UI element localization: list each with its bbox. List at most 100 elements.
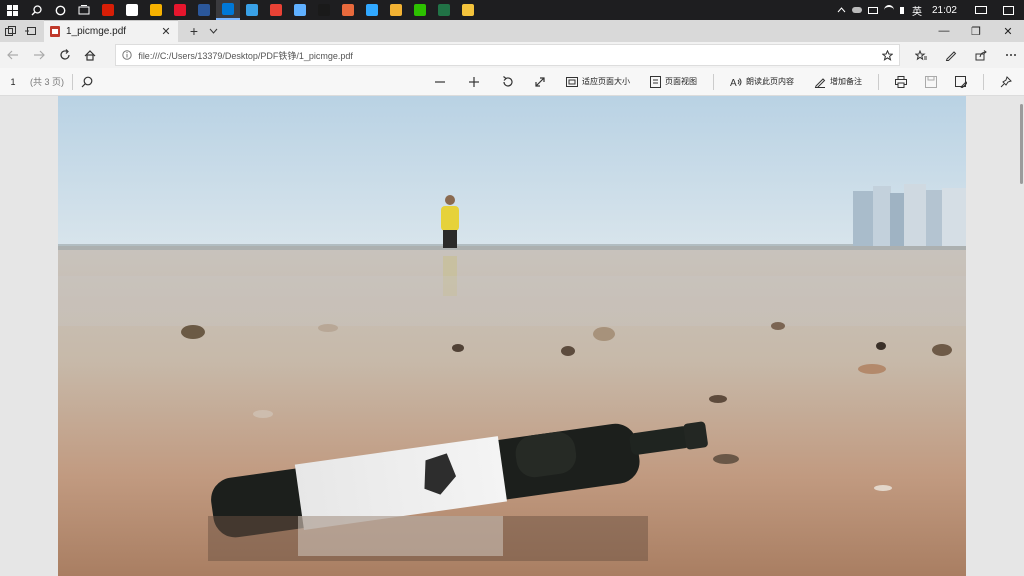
taskbar-app-edge[interactable]	[216, 0, 240, 20]
page-view-icon	[650, 75, 661, 88]
fullscreen-button[interactable]	[530, 72, 550, 92]
taskbar-app-photoshop[interactable]	[360, 0, 384, 20]
restore-button[interactable]: ❐	[960, 20, 992, 42]
taskbar-app-emoji[interactable]	[384, 0, 408, 20]
more-button[interactable]	[998, 42, 1024, 68]
chevron-up-icon[interactable]	[837, 6, 846, 15]
cortana-button[interactable]	[48, 0, 72, 20]
read-aloud-button[interactable]: A 朗读此页内容	[726, 72, 798, 92]
address-bar[interactable]: file:///C:/Users/13379/Desktop/PDF铁铮/1_p…	[115, 44, 901, 66]
new-tab-button[interactable]: +	[184, 20, 204, 42]
volume-icon[interactable]	[899, 6, 906, 14]
cortana-icon	[55, 5, 65, 15]
emoji-icon	[390, 4, 402, 16]
task-view-button[interactable]	[72, 0, 96, 20]
save-button[interactable]	[921, 72, 941, 92]
pdf-page[interactable]	[58, 96, 966, 576]
photos-icon	[246, 4, 258, 16]
battery-icon[interactable]	[867, 6, 878, 14]
url-text[interactable]: file:///C:/Users/13379/Desktop/PDF铁铮/1_p…	[138, 49, 876, 62]
minus-icon	[435, 80, 445, 83]
home-button[interactable]	[77, 42, 103, 68]
rotate-icon	[503, 75, 513, 87]
notes-button[interactable]	[938, 42, 964, 68]
tab-preview-button[interactable]	[20, 20, 40, 42]
taskbar-app-weibo[interactable]	[168, 0, 192, 20]
cloud-icon[interactable]	[851, 7, 862, 13]
weibo-icon	[174, 4, 186, 16]
more-icon	[1006, 54, 1017, 56]
system-tray: 英 21:02	[837, 0, 1024, 20]
keyboard-icon[interactable]	[975, 6, 987, 14]
fit-page-button[interactable]: 适应页面大小	[562, 72, 634, 92]
tab-list-chevron-icon[interactable]	[204, 20, 222, 42]
notepad-icon	[126, 4, 138, 16]
wechat-icon	[414, 4, 426, 16]
info-icon[interactable]	[122, 50, 133, 60]
tab-pdf[interactable]: 1_picmge.pdf ✕	[44, 20, 178, 42]
network-icon[interactable]	[883, 5, 894, 15]
zoom-out-button[interactable]	[430, 72, 450, 92]
save-icon	[925, 75, 937, 88]
notification-icon[interactable]	[1003, 5, 1014, 15]
rotate-button[interactable]	[498, 72, 518, 92]
taskbar-app-chrome[interactable]	[264, 0, 288, 20]
back-arrow-icon	[7, 50, 18, 60]
chrome-icon	[270, 4, 282, 16]
pin-toolbar-button[interactable]	[996, 72, 1016, 92]
divider	[983, 73, 984, 90]
clock[interactable]: 21:02	[932, 5, 957, 16]
share-button[interactable]	[968, 42, 994, 68]
save-as-button[interactable]	[951, 72, 971, 92]
navigation-bar: file:///C:/Users/13379/Desktop/PDF铁铮/1_p…	[0, 42, 1024, 68]
add-notes-button[interactable]: 增加备注	[810, 72, 866, 92]
word-icon	[198, 4, 210, 16]
task-view-icon	[78, 4, 90, 14]
fit-page-label: 适应页面大小	[582, 77, 630, 86]
taskbar-app-photos[interactable]	[240, 0, 264, 20]
page-number-input[interactable]: 1	[0, 77, 26, 87]
start-button[interactable]	[0, 0, 24, 20]
back-button[interactable]	[0, 42, 26, 68]
tabs-aside-icon	[4, 26, 16, 36]
search-button[interactable]	[24, 0, 48, 20]
netease-music-icon	[102, 4, 114, 16]
taskbar-app-gallery[interactable]	[336, 0, 360, 20]
forward-arrow-icon	[33, 50, 45, 60]
taskbar-app-excel[interactable]	[432, 0, 456, 20]
taskbar-app-qq[interactable]	[312, 0, 336, 20]
favorite-star-icon[interactable]	[882, 49, 894, 61]
refresh-button[interactable]	[52, 42, 78, 68]
taskbar-app-chrome-alt[interactable]	[144, 0, 168, 20]
print-icon	[895, 75, 907, 88]
taskbar-app-notepad[interactable]	[120, 0, 144, 20]
share-icon	[975, 49, 987, 60]
close-icon[interactable]: ✕	[160, 26, 172, 38]
minimize-button[interactable]: —	[928, 20, 960, 42]
close-window-button[interactable]: ✕	[992, 20, 1024, 42]
favorites-list-icon	[915, 49, 928, 60]
page-view-button[interactable]: 页面视图	[646, 72, 701, 92]
svg-text:A: A	[730, 78, 737, 88]
taskbar-app-word[interactable]	[192, 0, 216, 20]
taskbar-app-explorer[interactable]	[456, 0, 480, 20]
taskbar-app-netease-music[interactable]	[96, 0, 120, 20]
qq-icon	[318, 4, 330, 16]
tabs-aside-button[interactable]	[0, 20, 20, 42]
favorites-button[interactable]	[908, 42, 934, 68]
taskbar-app-wechat[interactable]	[408, 0, 432, 20]
pen-icon	[945, 51, 957, 61]
zoom-in-button[interactable]	[464, 72, 484, 92]
ime-indicator[interactable]: 英	[912, 3, 922, 18]
chrome-alt-icon	[150, 4, 162, 16]
print-button[interactable]	[891, 72, 911, 92]
taskbar-app-maps[interactable]	[288, 0, 312, 20]
home-icon	[84, 49, 96, 61]
edge-icon	[222, 3, 234, 15]
search-icon[interactable]	[81, 76, 93, 88]
windows-icon	[6, 4, 18, 16]
pdf-toolbar: 1 (共 3 页) 适应页面大小 页面视图 A 朗读此页内容 增加备注	[0, 68, 1024, 96]
forward-button[interactable]	[26, 42, 52, 68]
scroll-thumb[interactable]	[1020, 104, 1023, 184]
scrollbar[interactable]	[1018, 96, 1024, 576]
